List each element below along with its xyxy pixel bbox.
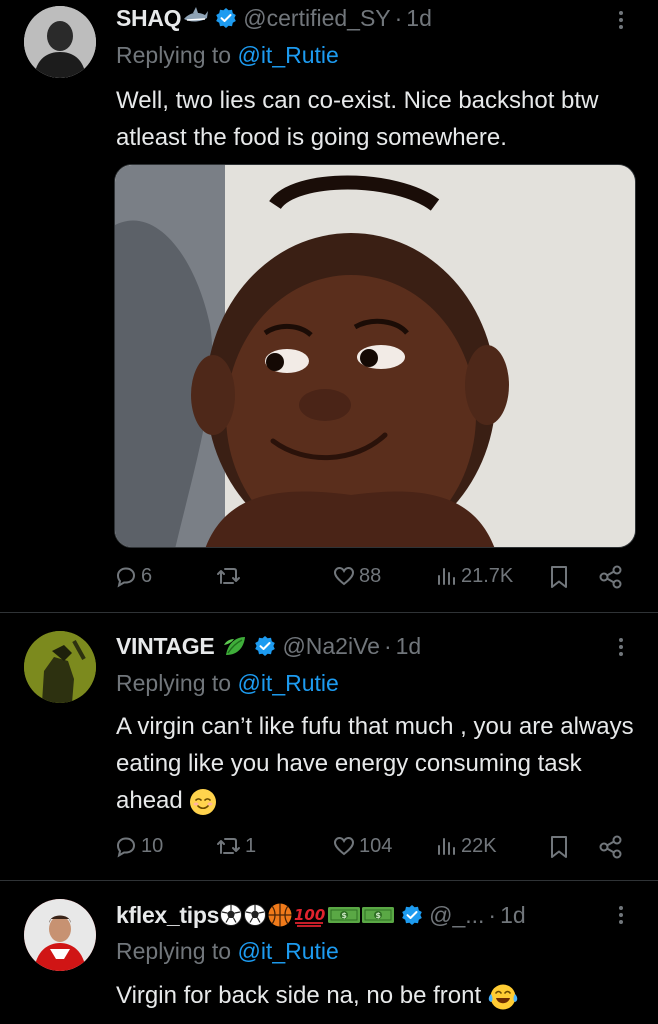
- reply-button[interactable]: 10: [114, 834, 163, 858]
- replying-to-label: Replying to: [116, 670, 232, 696]
- money-icon: $: [362, 907, 395, 923]
- more-options-icon[interactable]: [616, 903, 626, 929]
- views-button[interactable]: 21.7K: [436, 564, 513, 588]
- user-handle[interactable]: @_...: [429, 902, 484, 929]
- reply-count: 10: [141, 834, 164, 857]
- tweet-2[interactable]: VINTAGE @Na2iVe · 1d Replying to @it_Rut…: [0, 613, 658, 880]
- tweet-3[interactable]: kflex_tips 100 $ $ @_... · 1d Replying t…: [0, 881, 658, 1024]
- verified-badge-icon: [402, 905, 422, 925]
- svg-text:$: $: [342, 911, 348, 920]
- retweet-button[interactable]: [216, 564, 245, 588]
- more-options-icon[interactable]: [616, 635, 626, 661]
- replying-to-label: Replying to: [116, 42, 232, 68]
- replying-to: Replying to @it_Rutie: [116, 670, 339, 697]
- verified-badge-icon: [216, 8, 237, 28]
- more-options-icon[interactable]: [616, 8, 626, 34]
- heart-icon: [333, 836, 355, 856]
- bookmark-icon: [551, 566, 567, 588]
- tweet-text: Virgin for back side na, no be front: [116, 982, 482, 1009]
- share-icon: [599, 565, 622, 589]
- timestamp[interactable]: 1d: [500, 902, 526, 929]
- reply-count: 6: [141, 564, 153, 587]
- user-handle[interactable]: @certified_SY: [243, 5, 390, 32]
- svg-text:$: $: [376, 911, 382, 920]
- reply-mention-link[interactable]: @it_Rutie: [237, 42, 338, 68]
- verified-badge-icon: [255, 636, 276, 656]
- reply-button[interactable]: 6: [114, 564, 152, 588]
- hundred-points-icon: 100: [294, 906, 325, 927]
- views-icon: [438, 568, 455, 585]
- tweet-1[interactable]: SHAQ @certified_SY · 1d Replying to @it_…: [0, 0, 658, 612]
- avatar[interactable]: [24, 6, 96, 78]
- share-button[interactable]: [598, 564, 624, 590]
- timestamp[interactable]: 1d: [396, 633, 422, 660]
- display-name[interactable]: VINTAGE: [116, 633, 215, 660]
- reply-mention-link[interactable]: @it_Rutie: [237, 938, 338, 964]
- tweet-header: kflex_tips 100 $ $ @_... · 1d: [116, 899, 526, 931]
- like-count: 104: [359, 834, 393, 857]
- shark-emoji-icon: [184, 7, 209, 22]
- user-handle[interactable]: @Na2iVe: [282, 633, 380, 660]
- retweet-button[interactable]: 1: [216, 834, 256, 858]
- replying-to: Replying to @it_Rutie: [116, 938, 339, 965]
- tweet-text: Well, two lies can co-exist. Nice backsh…: [116, 87, 599, 151]
- share-button[interactable]: [598, 834, 624, 860]
- tweet-actions: 10 1 104 22K: [0, 834, 658, 864]
- display-name[interactable]: kflex_tips: [116, 902, 219, 929]
- tears-of-joy-emoji-icon: [488, 984, 518, 1010]
- like-button[interactable]: 88: [332, 564, 381, 588]
- bookmark-button[interactable]: [548, 564, 570, 590]
- reply-icon: [116, 567, 136, 588]
- retweet-icon: [217, 838, 240, 854]
- replying-to-label: Replying to: [116, 938, 232, 964]
- separator-dot: ·: [394, 4, 403, 31]
- share-icon: [599, 835, 622, 859]
- views-button[interactable]: 22K: [436, 834, 497, 858]
- timestamp[interactable]: 1d: [406, 5, 432, 32]
- tweet-text-container: A virgin can’t like fufu that much , you…: [116, 708, 641, 819]
- child-photo-image: [115, 165, 635, 547]
- name-emoji-group: 100 $ $: [219, 902, 395, 928]
- tweet-text-container: Virgin for back side na, no be front: [116, 977, 646, 1014]
- like-button[interactable]: 104: [332, 834, 392, 858]
- avatar[interactable]: [24, 899, 96, 971]
- leaf-emoji-icon: [224, 637, 246, 655]
- soccer-ball-icon: [220, 904, 243, 926]
- like-count: 88: [359, 564, 382, 587]
- views-count: 21.7K: [461, 564, 514, 587]
- relieved-face-emoji-icon: [190, 788, 217, 815]
- heart-icon: [333, 566, 355, 586]
- reply-mention-link[interactable]: @it_Rutie: [237, 670, 338, 696]
- tweet-actions: 6 88 21.7K: [0, 564, 658, 594]
- display-name[interactable]: SHAQ: [116, 5, 182, 32]
- tweet-header: VINTAGE @Na2iVe · 1d: [116, 630, 421, 662]
- retweet-count: 1: [245, 834, 257, 857]
- bookmark-button[interactable]: [548, 834, 570, 860]
- svg-text:100: 100: [294, 906, 325, 924]
- soccer-ball-icon: [244, 904, 267, 926]
- tweet-image[interactable]: [114, 164, 636, 548]
- bookmark-icon: [551, 836, 567, 858]
- avatar[interactable]: [24, 631, 96, 703]
- views-count: 22K: [461, 834, 497, 857]
- money-icon: $: [328, 907, 361, 923]
- reply-icon: [116, 837, 136, 858]
- tweet-header: SHAQ @certified_SY · 1d: [116, 2, 432, 34]
- basketball-icon: [268, 903, 292, 927]
- retweet-icon: [217, 568, 240, 584]
- separator-dot: ·: [383, 632, 392, 659]
- views-icon: [438, 838, 455, 855]
- replying-to: Replying to @it_Rutie: [116, 42, 339, 69]
- separator-dot: ·: [488, 901, 497, 928]
